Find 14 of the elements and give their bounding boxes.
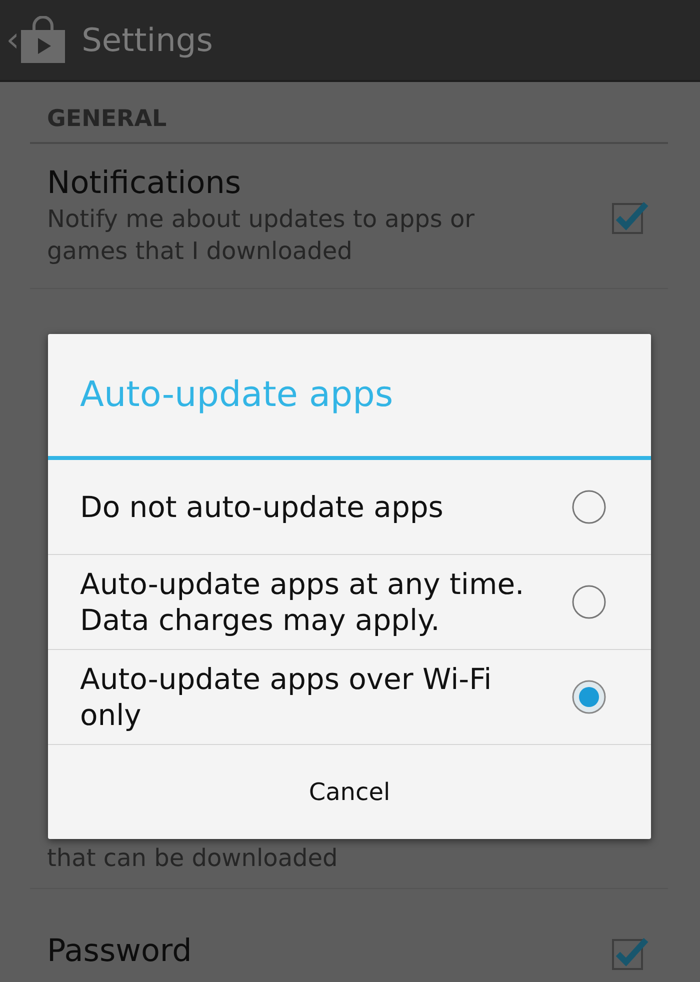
radio-button[interactable] (571, 489, 607, 525)
screen-title: Settings (82, 20, 213, 61)
radio-option[interactable]: Auto-update apps at any time. Data charges may apply. (48, 555, 651, 650)
dialog-title: Auto-update apps (48, 334, 651, 460)
radio-button[interactable] (571, 584, 607, 620)
setting-summary: that can be downloaded (47, 843, 338, 874)
store-bag-icon[interactable] (20, 16, 66, 64)
radio-button[interactable] (571, 679, 607, 715)
setting-title: Notifications (47, 165, 242, 203)
radio-option[interactable]: Auto-update apps over Wi-Fi only (48, 650, 651, 745)
section-header: GENERAL (30, 82, 668, 144)
setting-title: Password (47, 933, 192, 971)
radio-option[interactable]: Do not auto-update apps (48, 460, 651, 555)
cancel-button[interactable]: Cancel (48, 745, 651, 839)
